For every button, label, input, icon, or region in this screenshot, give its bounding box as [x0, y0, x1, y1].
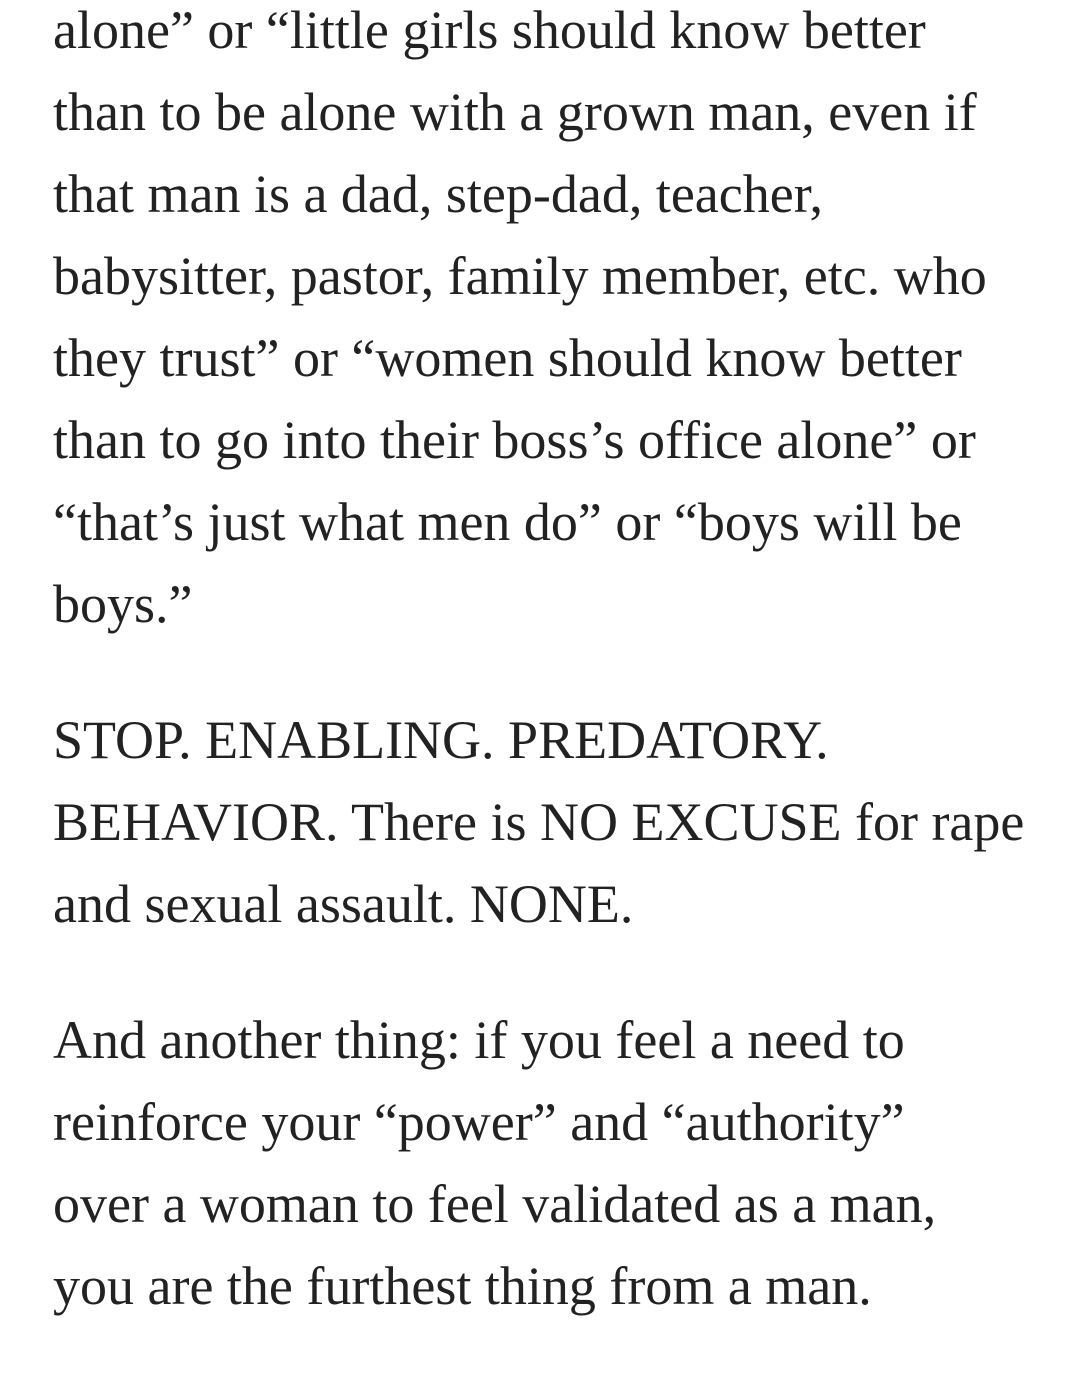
text-line: that man is a dad, step-dad, teacher,	[53, 164, 824, 224]
text-line: “that’s just what men do” or “boys will …	[53, 492, 962, 552]
text-line: reinforce your “power” and “authority”	[53, 1092, 905, 1152]
paragraph-stop-enabling: STOP. ENABLING. PREDATORY. BEHAVIOR. The…	[53, 699, 1080, 945]
text-line: BEHAVIOR. There is NO EXCUSE for rape	[53, 792, 1025, 852]
text-line: than to be alone with a grown man, even …	[53, 82, 977, 142]
text-line: and sexual assault. NONE.	[53, 874, 634, 934]
paragraph-another-thing: And another thing: if you feel a need to…	[53, 999, 1080, 1327]
text-line: STOP. ENABLING. PREDATORY.	[53, 710, 829, 770]
text-line: you are the furthest thing from a man.	[53, 1256, 872, 1316]
text-line: than to go into their boss’s office alon…	[53, 410, 976, 470]
text-line: over a woman to feel validated as a man,	[53, 1174, 937, 1234]
text-line: they trust” or “women should know better	[53, 328, 962, 388]
document-body: alone” or “little girls should know bett…	[53, 0, 1080, 1381]
paragraph-victim-blaming: alone” or “little girls should know bett…	[53, 0, 1080, 645]
text-line: boys.”	[53, 574, 193, 634]
text-line: babysitter, pastor, family member, etc. …	[53, 246, 987, 306]
text-line: And another thing: if you feel a need to	[53, 1010, 905, 1070]
text-line: alone” or “little girls should know bett…	[53, 0, 926, 60]
